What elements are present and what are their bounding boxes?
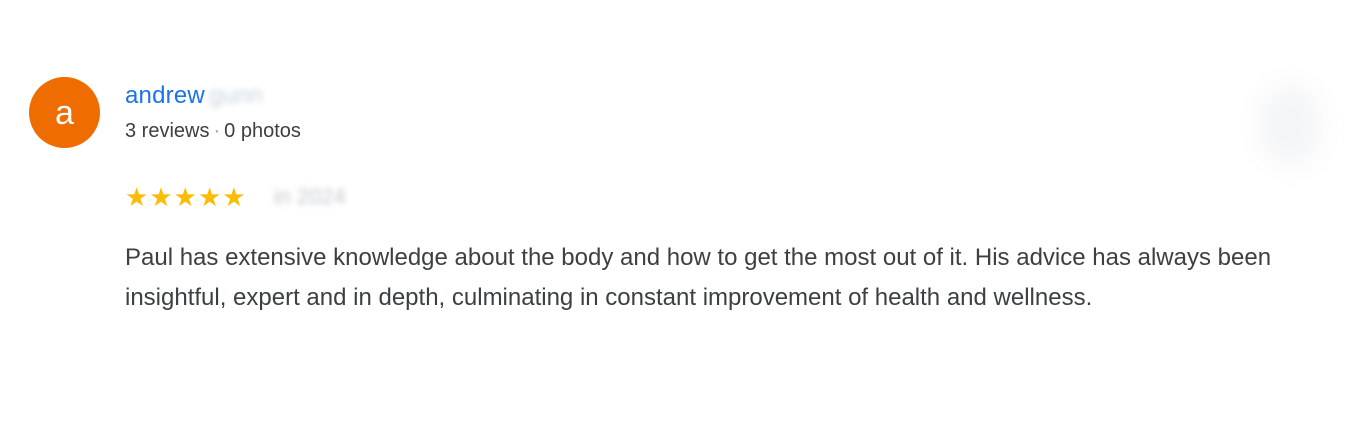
star-rating: ★ ★ ★ ★ ★ — [125, 184, 246, 210]
more-options-icon[interactable] — [1260, 85, 1320, 165]
review-date-redacted: in 2024 — [273, 184, 346, 209]
review-card: a andrew gunn 3 reviews · 0 photos ★ ★ ★ ★ … — [0, 0, 1360, 444]
avatar[interactable]: a — [29, 77, 100, 148]
star-icon: ★ — [149, 182, 173, 212]
star-icon: ★ — [125, 182, 149, 212]
star-icon: ★ — [173, 182, 197, 212]
author-first-name: andrew — [125, 82, 205, 109]
author-last-name-redacted: gunn — [208, 82, 264, 109]
author-name-link[interactable]: andrew gunn — [125, 82, 263, 110]
star-icon: ★ — [222, 182, 246, 212]
photos-count: 0 photos — [224, 120, 301, 142]
meta-separator: · — [213, 120, 221, 142]
review-text: Paul has extensive knowledge about the b… — [125, 244, 1272, 311]
star-icon: ★ — [197, 182, 222, 212]
avatar-letter: a — [55, 93, 74, 132]
reviews-count: 3 reviews — [125, 120, 210, 142]
author-meta: 3 reviews · 0 photos — [125, 120, 301, 143]
rating-row: ★ ★ ★ ★ ★ in 2024 — [125, 181, 346, 213]
